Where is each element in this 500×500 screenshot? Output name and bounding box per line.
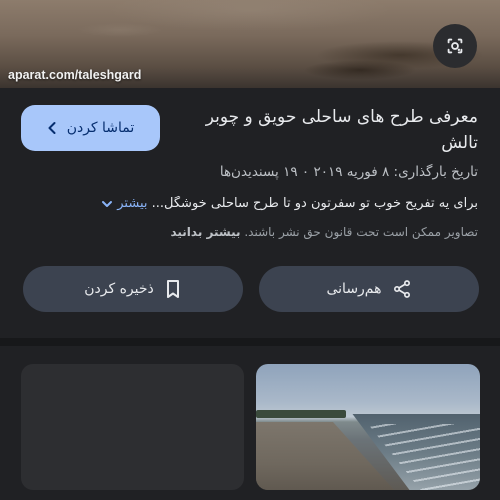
bookmark-icon (166, 280, 179, 298)
watch-button-label: تماشا کردن (66, 120, 135, 136)
chevron-down-icon (102, 200, 113, 207)
upload-meta: تاریخ بارگذاری: ۸ فوریه ۲۰۱۹ ۰ ۱۹ پسندید… (219, 164, 478, 180)
more-label: بیشتر (117, 196, 148, 211)
save-button[interactable]: ذخیره کردن (23, 266, 243, 312)
chevron-left-icon (48, 122, 56, 134)
share-button[interactable]: هم‌رسانی (259, 266, 479, 312)
video-description: برای یه تفریح خوب تو سفرتون دو تا طرح سا… (18, 196, 478, 211)
related-image-beach[interactable] (256, 364, 480, 490)
watch-button[interactable]: تماشا کردن (21, 105, 160, 151)
related-image-placeholder[interactable] (21, 364, 244, 490)
section-divider (0, 338, 500, 346)
copyright-text: تصاویر ممکن است تحت قانون حق نشر باشند. (244, 225, 478, 239)
share-label: هم‌رسانی (326, 281, 382, 297)
video-title: معرفی طرح های ساحلی حویق و چوبر تالش (205, 107, 478, 153)
more-link[interactable]: بیشتر (101, 196, 147, 211)
google-lens-icon (447, 38, 463, 54)
save-label: ذخیره کردن (84, 281, 154, 297)
lens-button[interactable] (433, 24, 477, 68)
image-watermark: aparat.com/taleshgard (8, 68, 142, 82)
beach-treeline (256, 410, 346, 418)
hero-image[interactable]: aparat.com/taleshgard (0, 0, 500, 88)
share-icon (393, 280, 410, 298)
description-text: برای یه تفریح خوب تو سفرتون دو تا طرح سا… (151, 196, 478, 211)
copyright-notice: تصاویر ممکن است تحت قانون حق نشر باشند. … (170, 225, 478, 239)
learn-more-link[interactable]: بیشتر بدانید (170, 225, 240, 239)
